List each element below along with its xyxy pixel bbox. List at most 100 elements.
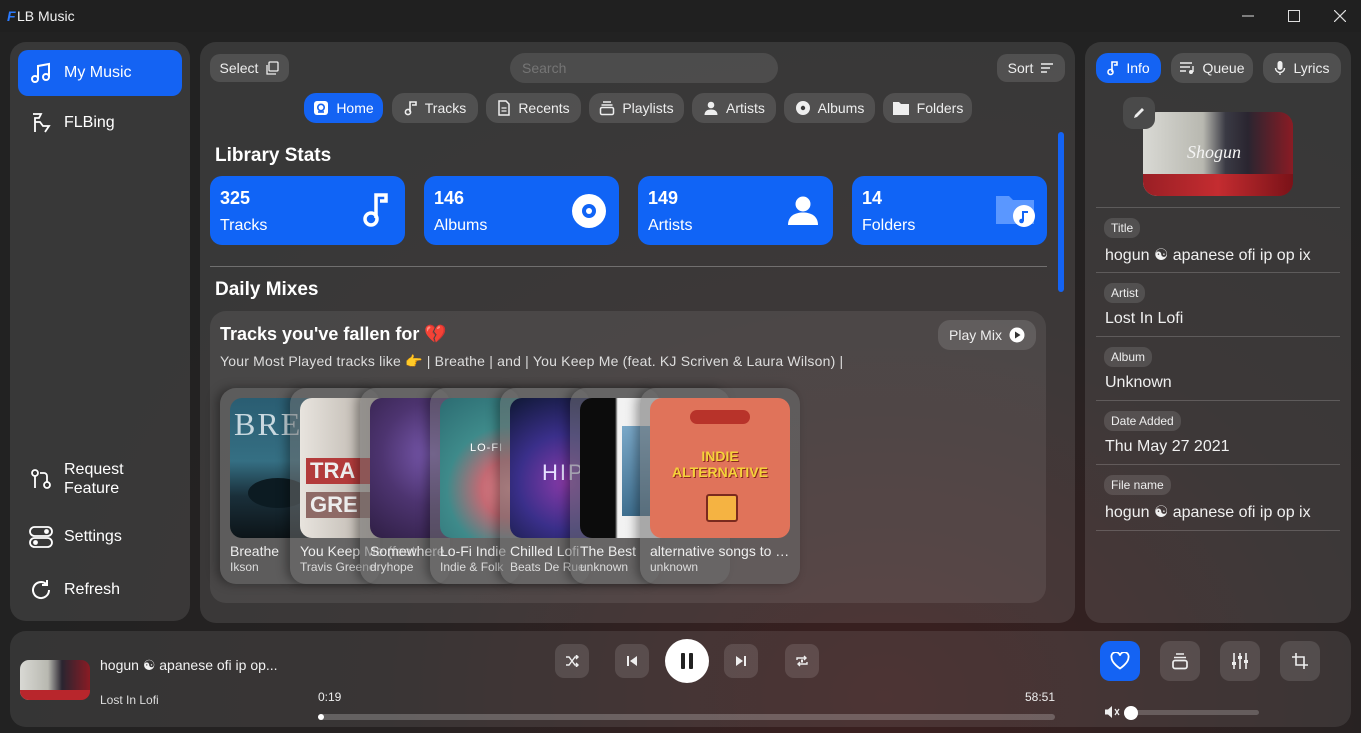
seek-bar[interactable] [318,714,1055,720]
pause-button[interactable] [665,639,709,683]
playlist-icon [600,101,615,116]
sidebar-item-label: My Music [64,64,132,81]
previous-icon [627,656,637,666]
title-bar [0,0,1361,32]
crop-icon [1292,653,1308,669]
repeat-icon [796,655,808,667]
edit-art-button[interactable] [1123,97,1155,129]
tab-queue[interactable]: Queue [1171,53,1253,83]
tab-tracks[interactable]: Tracks [392,93,478,123]
stat-card-folders[interactable]: 14 Folders [852,176,1047,245]
tab-recents[interactable]: Recents [486,93,581,123]
shuffle-icon [566,655,579,667]
minimize-button[interactable] [1225,0,1271,32]
field-value: hogun ☯ apanese ofi ip op ix [1105,504,1311,521]
shuffle-button[interactable] [555,644,589,678]
sidebar-item-label: Settings [64,528,122,545]
select-icon [266,61,280,75]
tab-label: Queue [1202,60,1245,76]
folder-music-icon [996,196,1035,227]
pencil-icon [1134,108,1144,118]
info-file-name: File name hogun ☯ apanese ofi ip op ix [1096,464,1340,531]
daily-mixes-heading: Daily Mixes [215,279,319,300]
sidebar-item-request-feature[interactable]: Request Feature [18,456,182,502]
player-album-art[interactable] [20,660,90,700]
tab-artists[interactable]: Artists [692,93,776,123]
seek-bar-fill [318,714,324,720]
volume-slider[interactable] [1126,710,1259,715]
close-icon [1334,10,1346,22]
play-mix-button[interactable]: Play Mix [938,320,1036,350]
player-track-title[interactable]: hogun ☯ apanese ofi ip op... [100,657,278,674]
tab-lyrics[interactable]: Lyrics [1263,53,1341,83]
library-stats-heading: Library Stats [215,145,332,166]
stat-value: 325 [220,188,251,208]
mini-player-button[interactable] [1280,641,1320,681]
tab-label: Artists [726,100,765,116]
tab-folders[interactable]: Folders [883,93,972,123]
volume-slider-thumb[interactable] [1124,706,1138,720]
stat-card-tracks[interactable]: 325 Tracks [210,176,405,245]
close-button[interactable] [1317,0,1361,32]
sidebar-item-refresh[interactable]: Refresh [18,567,182,613]
player-track-artist[interactable]: Lost In Lofi [100,693,159,707]
minimize-icon [1242,15,1254,17]
folder-icon [892,102,909,115]
repeat-button[interactable] [785,644,819,678]
track-card[interactable]: INDIE ALTERNATIVE alternative songs to … … [640,388,800,584]
info-title: Title hogun ☯ apanese ofi ip op ix [1096,207,1340,271]
maximize-icon [1288,10,1300,22]
person-icon [788,196,818,225]
total-time: 58:51 [1025,690,1056,704]
play-circle-icon [1009,327,1025,343]
album-art: INDIE ALTERNATIVE [650,398,790,538]
elapsed-time: 0:19 [318,690,342,704]
music-note-icon [31,62,50,83]
document-icon [498,100,511,116]
tab-home[interactable]: Home [304,93,383,123]
microphone-icon [1275,61,1286,75]
field-value: Unknown [1105,374,1172,391]
search-input[interactable] [510,53,778,83]
stat-card-albums[interactable]: 146 Albums [424,176,619,245]
stat-label: Folders [862,217,916,234]
sidebar-item-label: Refresh [64,581,121,598]
playlist-icon [1172,653,1188,670]
info-artist: Artist Lost In Lofi [1096,272,1340,336]
queue-button[interactable] [1160,641,1200,681]
disc-icon [572,194,606,228]
tab-label: Albums [817,100,865,116]
stat-value: 14 [862,188,883,208]
next-button[interactable] [724,644,758,678]
info-date-added: Date Added Thu May 27 2021 [1096,400,1340,464]
previous-button[interactable] [615,644,649,678]
sidebar-item-my-music[interactable]: My Music [18,50,182,96]
tab-info[interactable]: Info [1096,53,1161,83]
like-button[interactable] [1100,641,1140,681]
equalizer-button[interactable] [1220,641,1260,681]
stat-card-artists[interactable]: 149 Artists [638,176,833,245]
tab-label: Playlists [622,100,674,116]
select-button[interactable]: Select [210,54,289,82]
field-label: File name [1104,475,1171,495]
app-title: LB Music [17,8,75,24]
refresh-icon [32,580,51,599]
sidebar-item-settings[interactable]: Settings [18,514,182,560]
sidebar-item-flbing[interactable]: FLBing [18,100,182,146]
tab-playlists[interactable]: Playlists [589,93,684,123]
stat-value: 146 [434,188,465,208]
stat-label: Artists [648,217,693,234]
select-label: Select [219,60,259,76]
volume-button[interactable] [1104,705,1120,719]
sort-button[interactable]: Sort [997,54,1065,82]
track-title: alternative songs to … [650,543,790,559]
stat-label: Tracks [220,217,268,234]
field-label: Date Added [1104,411,1181,431]
main-scrollbar[interactable] [1058,132,1064,292]
info-album: Album Unknown [1096,336,1340,400]
disc-icon [795,101,810,115]
mix-subtitle: Your Most Played tracks like 👉 | Breathe… [220,353,844,369]
maximize-button[interactable] [1271,0,1317,32]
tab-label: Home [336,100,374,116]
tab-albums[interactable]: Albums [784,93,875,123]
